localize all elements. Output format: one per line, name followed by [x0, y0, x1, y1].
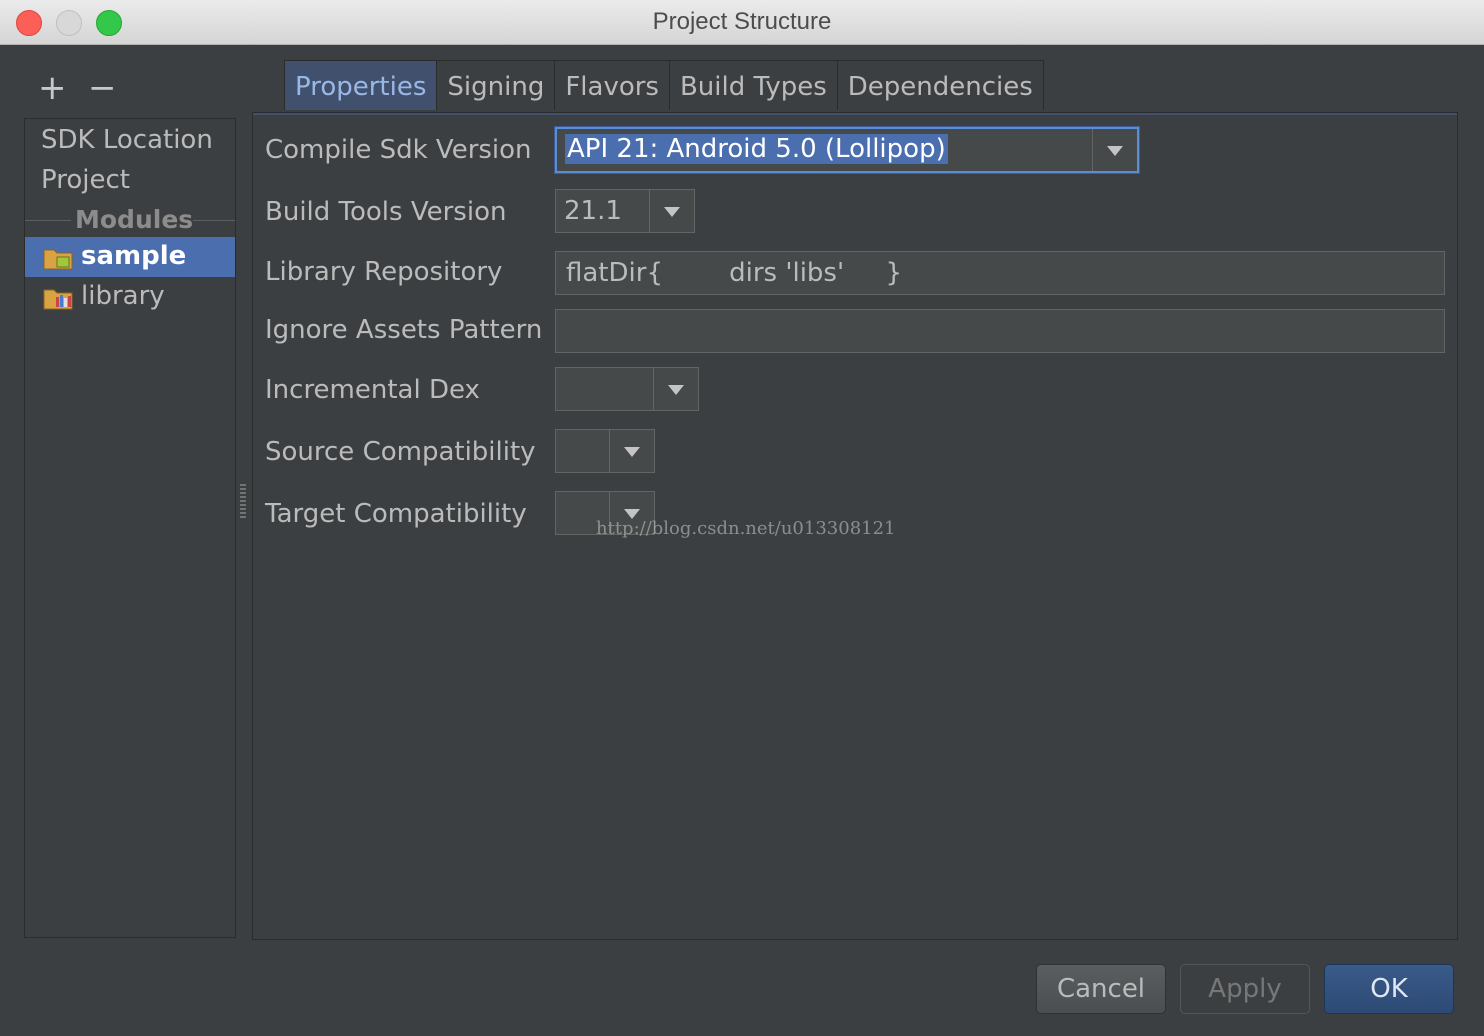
source-compat-dropdown[interactable] — [555, 429, 655, 473]
chevron-down-icon[interactable] — [649, 190, 694, 232]
tab-bar: Properties Signing Flavors Build Types D… — [284, 60, 1044, 112]
sidebar-item-project[interactable]: Project — [41, 165, 130, 195]
splitter-handle[interactable] — [240, 484, 246, 518]
active-tab-line — [253, 113, 1457, 115]
target-compat-label: Target Compatibility — [265, 499, 527, 529]
ok-button[interactable]: OK — [1324, 964, 1454, 1014]
chevron-down-icon[interactable] — [1092, 129, 1137, 171]
android-module-icon — [43, 249, 73, 270]
tab-flavors[interactable]: Flavors — [554, 60, 670, 110]
chevron-down-icon[interactable] — [653, 368, 698, 410]
build-tools-dropdown[interactable]: 21.1 — [555, 189, 695, 233]
library-repo-label: Library Repository — [265, 257, 503, 287]
watermark: http://blog.csdn.net/u013308121 — [596, 518, 896, 539]
tab-properties[interactable]: Properties — [284, 60, 438, 110]
add-module-button[interactable]: + — [38, 68, 67, 108]
separator-line — [193, 220, 235, 221]
source-compat-label: Source Compatibility — [265, 437, 536, 467]
sidebar-item-library[interactable]: library — [25, 277, 235, 317]
separator-line — [25, 220, 71, 221]
tab-signing[interactable]: Signing — [436, 60, 556, 110]
incremental-dex-dropdown[interactable] — [555, 367, 699, 411]
build-tools-value: 21.1 — [564, 196, 622, 226]
compile-sdk-label: Compile Sdk Version — [265, 135, 532, 165]
sidebar-item-sdk-location[interactable]: SDK Location — [41, 125, 213, 155]
build-tools-label: Build Tools Version — [265, 197, 507, 227]
module-label: sample — [81, 241, 187, 271]
module-label: library — [81, 281, 165, 311]
library-module-icon — [43, 289, 73, 310]
cancel-button[interactable]: Cancel — [1036, 964, 1166, 1014]
compile-sdk-dropdown[interactable]: API 21: Android 5.0 (Lollipop) — [555, 127, 1139, 173]
library-repo-value: flatDir{ dirs 'libs' } — [566, 258, 902, 288]
chevron-down-icon[interactable] — [609, 430, 654, 472]
modules-separator: Modules — [25, 205, 235, 235]
window-title: Project Structure — [652, 8, 832, 35]
ignore-assets-field[interactable] — [555, 309, 1445, 353]
tab-build-types[interactable]: Build Types — [668, 60, 838, 110]
incremental-dex-label: Incremental Dex — [265, 375, 480, 405]
sidebar-item-sample[interactable]: sample — [25, 237, 235, 277]
ignore-assets-label: Ignore Assets Pattern — [265, 315, 543, 345]
sidebar: SDK Location Project Modules sample libr… — [24, 118, 236, 938]
title-bar: Project Structure — [0, 0, 1484, 45]
selected-text: API 21: Android 5.0 (Lollipop) — [565, 134, 948, 164]
apply-button[interactable]: Apply — [1180, 964, 1310, 1014]
tab-dependencies[interactable]: Dependencies — [836, 60, 1044, 110]
library-repo-field[interactable]: flatDir{ dirs 'libs' } — [555, 251, 1445, 295]
remove-module-button[interactable]: − — [88, 68, 117, 108]
compile-sdk-value: API 21: Android 5.0 (Lollipop) — [565, 134, 948, 164]
modules-header: Modules — [75, 205, 194, 234]
